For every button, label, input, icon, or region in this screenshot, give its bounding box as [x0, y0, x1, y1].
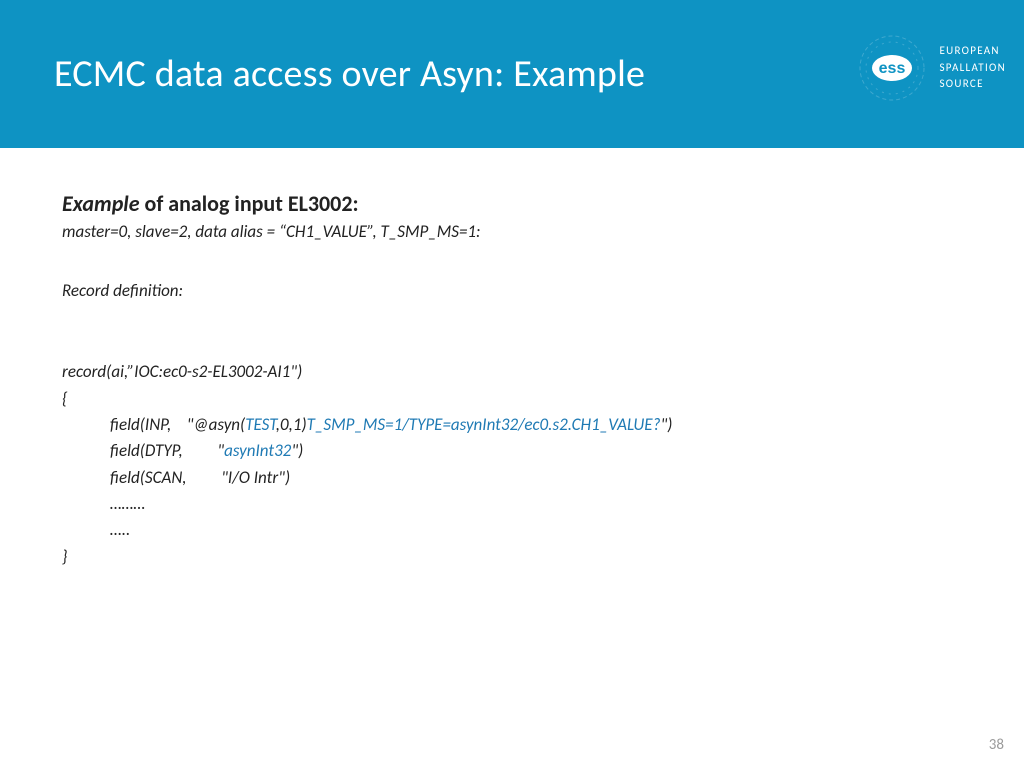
code-dtyp-value: asynInt32 [224, 440, 291, 461]
slide: ECMC data access over Asyn: Example ess … [0, 0, 1024, 768]
subtitle-rest: of analog input EL3002: [140, 190, 359, 217]
code-asyn-port: TEST [245, 414, 276, 435]
ess-logo-text: ess [879, 60, 906, 77]
code-ellipsis-2: ….. [110, 519, 130, 540]
slide-body: Example of analog input EL3002: master=0… [0, 148, 1024, 570]
code-field-dtyp-a: field(DTYP, " [110, 440, 224, 461]
example-params: master=0, slave=2, data alias = “CH1_VAL… [62, 221, 970, 242]
org-logo-block: ess EUROPEAN SPALLATION SOURCE [856, 32, 1006, 104]
page-number: 38 [989, 736, 1004, 754]
org-name-line3: SOURCE [939, 76, 1006, 93]
code-field-dtyp-c: ") [291, 440, 303, 461]
code-field-inp-a: field(INP, "@asyn( [110, 414, 245, 435]
code-asyn-path: T_SMP_MS=1/TYPE=asynInt32/ec0.s2.CH1_VAL… [307, 414, 661, 435]
code-field-scan: field(SCAN, "I/O Intr") [110, 467, 290, 488]
org-name-line2: SPALLATION [939, 60, 1006, 77]
example-subtitle: Example of analog input EL3002: [62, 190, 970, 217]
subtitle-emph: Example [62, 190, 140, 217]
code-field-inp-e: ") [660, 414, 672, 435]
record-code-block: record(ai,”IOC:ec0-s2-EL3002-AI1") { fie… [62, 333, 970, 570]
code-line-open-brace: { [62, 388, 67, 409]
org-name: EUROPEAN SPALLATION SOURCE [939, 43, 1006, 93]
ess-logo-icon: ess [856, 32, 928, 104]
code-line-record: record(ai,”IOC:ec0-s2-EL3002-AI1") [62, 361, 302, 382]
record-definition-label: Record definition: [62, 280, 970, 301]
slide-header: ECMC data access over Asyn: Example ess … [0, 0, 1024, 148]
code-field-inp-c: ,0,1) [276, 414, 307, 435]
code-line-close-brace: } [62, 546, 67, 567]
org-name-line1: EUROPEAN [939, 43, 1006, 60]
slide-title: ECMC data access over Asyn: Example [0, 51, 645, 97]
code-ellipsis-1: ……… [110, 493, 145, 514]
